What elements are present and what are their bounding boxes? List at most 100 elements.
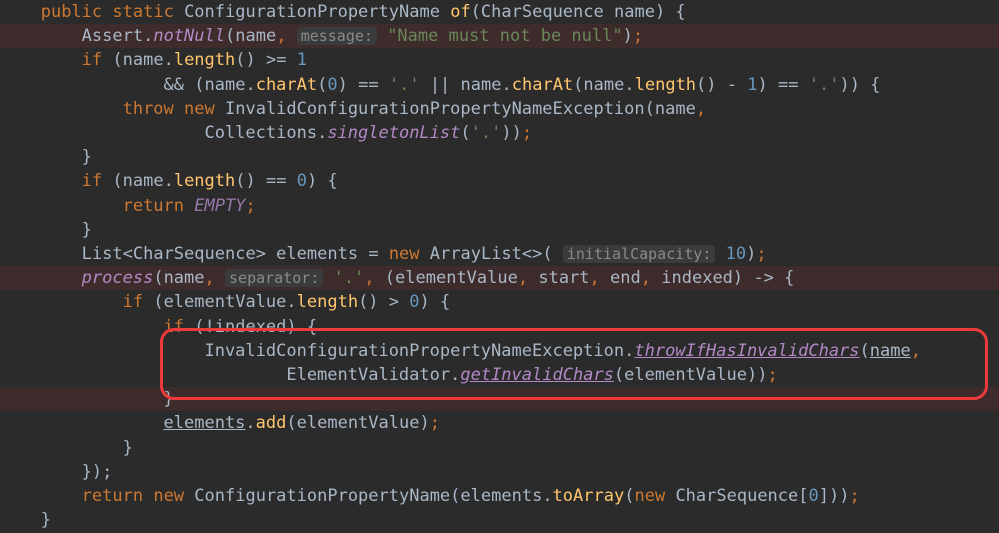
code-line[interactable]: throw new InvalidConfigurationPropertyNa… <box>10 99 706 119</box>
captured-var: elements <box>164 413 246 433</box>
arg: elementValue <box>297 413 420 433</box>
static-method: getInvalidChars <box>460 365 614 385</box>
brace: } <box>82 147 92 167</box>
class-ref: Assert <box>82 26 143 46</box>
class-ref: Collections <box>204 123 317 143</box>
string-literal: "Name must not be null" <box>387 26 622 46</box>
arg: name <box>655 99 696 119</box>
type-arg: CharSequence <box>133 244 256 264</box>
method-call: charAt <box>256 75 317 95</box>
number: 10 <box>726 244 746 264</box>
var: name <box>123 171 164 191</box>
code-line[interactable]: ElementValidator.getInvalidChars(element… <box>10 365 778 385</box>
var: elements <box>460 486 542 506</box>
arg: name <box>235 26 276 46</box>
inlay-hint: message: <box>297 27 377 45</box>
code-line[interactable]: } <box>10 389 174 409</box>
code-line[interactable]: InvalidConfigurationPropertyNameExceptio… <box>10 341 921 361</box>
code-line[interactable]: elements.add(elementValue); <box>10 413 440 433</box>
code-line[interactable]: Assert.notNull(name, message: "Name must… <box>10 26 643 46</box>
method-call: length <box>174 171 235 191</box>
method-call: add <box>256 413 287 433</box>
brace: } <box>82 220 92 240</box>
method-call: length <box>635 75 696 95</box>
code-line[interactable]: return EMPTY; <box>10 196 256 216</box>
code-line[interactable]: process(name, separator: '.', (elementVa… <box>10 268 794 288</box>
char-literal: '.' <box>809 75 840 95</box>
code-line[interactable]: return new ConfigurationPropertyName(ele… <box>10 486 860 506</box>
class-ref: ElementValidator <box>286 365 450 385</box>
lambda-param: indexed <box>661 268 733 288</box>
op: > <box>389 292 399 312</box>
param-type: CharSequence <box>481 2 604 22</box>
op-not: ! <box>205 317 215 337</box>
var: name <box>461 75 502 95</box>
keyword-if: if <box>82 50 102 70</box>
param-name: name <box>614 2 655 22</box>
var: elements <box>276 244 358 264</box>
code-line[interactable]: if (!indexed) { <box>10 317 317 337</box>
static-field: EMPTY <box>194 196 245 216</box>
var: name <box>583 75 624 95</box>
char-literal: '.' <box>389 75 420 95</box>
brace: } <box>164 389 174 409</box>
static-method: singletonList <box>327 123 460 143</box>
number: 0 <box>409 292 419 312</box>
method-call: toArray <box>553 486 625 506</box>
method-call: length <box>297 292 358 312</box>
keyword-static: static <box>112 2 173 22</box>
number: 0 <box>297 171 307 191</box>
keyword-return: return <box>123 196 184 216</box>
char-literal: '.' <box>471 123 502 143</box>
code-line[interactable]: } <box>10 510 51 530</box>
method-call: process <box>82 268 154 288</box>
method-call: charAt <box>512 75 573 95</box>
op: = <box>368 244 378 264</box>
var: name <box>123 50 164 70</box>
close: }); <box>82 462 113 482</box>
method-name: of <box>450 2 470 22</box>
arg: name <box>164 268 205 288</box>
static-method: notNull <box>153 26 225 46</box>
code-line[interactable]: public static ConfigurationPropertyName … <box>10 2 686 22</box>
keyword-throw: throw <box>123 99 174 119</box>
brace: } <box>123 438 133 458</box>
arrow: -> <box>753 268 773 288</box>
number: 0 <box>327 75 337 95</box>
keyword-if: if <box>82 171 102 191</box>
code-line[interactable]: } <box>10 438 133 458</box>
code-line[interactable]: Collections.singletonList('.')); <box>10 123 532 143</box>
code-line[interactable]: if (elementValue.length() > 0) { <box>10 292 450 312</box>
var: name <box>205 75 246 95</box>
number: 1 <box>747 75 757 95</box>
op: == <box>778 75 798 95</box>
char-literal: '.' <box>334 268 365 288</box>
class-ref: ConfigurationPropertyName <box>194 486 450 506</box>
code-line[interactable]: if (name.length() >= 1 <box>10 50 307 70</box>
code-line[interactable]: List<CharSequence> elements = new ArrayL… <box>10 244 767 264</box>
keyword-new: new <box>153 486 184 506</box>
class-ref: InvalidConfigurationPropertyNameExceptio… <box>225 99 645 119</box>
op: == <box>358 75 378 95</box>
code-line[interactable]: if (name.length() == 0) { <box>10 171 338 191</box>
diamond: <> <box>522 244 542 264</box>
code-line[interactable]: } <box>10 147 92 167</box>
type: List <box>82 244 123 264</box>
keyword-new: new <box>184 99 215 119</box>
code-line[interactable]: && (name.charAt(0) == '.' || name.charAt… <box>10 75 880 95</box>
semicolon: ; <box>245 196 255 216</box>
code-line[interactable]: }); <box>10 462 112 482</box>
return-type: ConfigurationPropertyName <box>184 2 440 22</box>
captured-var: name <box>870 341 911 361</box>
keyword-public: public <box>41 2 102 22</box>
static-method: throwIfHasInvalidChars <box>634 341 859 361</box>
inlay-hint: separator: <box>225 269 323 287</box>
var: indexed <box>215 317 287 337</box>
keyword-if: if <box>164 317 184 337</box>
class-ref: InvalidConfigurationPropertyNameExceptio… <box>204 341 624 361</box>
code-line[interactable]: } <box>10 220 92 240</box>
inlay-hint: initialCapacity: <box>563 245 716 263</box>
number: 1 <box>297 50 307 70</box>
keyword-new: new <box>634 486 665 506</box>
keyword-new: new <box>389 244 420 264</box>
